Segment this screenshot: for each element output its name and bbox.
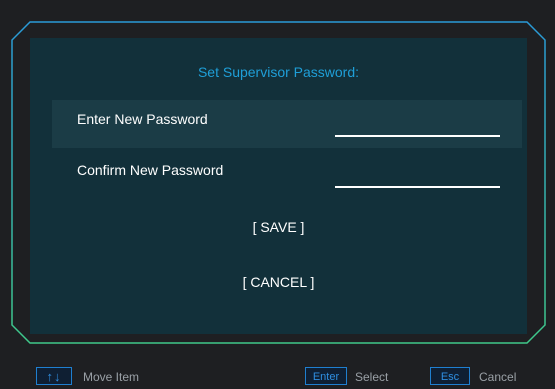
dialog-title: Set Supervisor Password: — [197, 64, 360, 80]
new-password-row[interactable]: Enter New Password — [52, 100, 522, 148]
new-password-input[interactable] — [335, 135, 500, 137]
cancel-hint-label: Cancel — [479, 370, 517, 384]
esc-key-badge: Esc — [430, 367, 470, 385]
password-dialog: Set Supervisor Password: Enter New Passw… — [30, 38, 527, 334]
key-hints-bar: ↑↓ Move Item Enter Select Esc Cancel — [0, 364, 555, 389]
save-button[interactable]: [ SAVE ] — [30, 219, 527, 235]
bios-screen: Set Supervisor Password: Enter New Passw… — [0, 0, 555, 389]
new-password-label: Enter New Password — [77, 111, 208, 127]
confirm-password-row[interactable]: Confirm New Password — [52, 151, 522, 199]
confirm-password-input[interactable] — [335, 186, 500, 188]
move-item-label: Move Item — [83, 370, 140, 384]
select-label: Select — [355, 370, 389, 384]
cancel-button[interactable]: [ CANCEL ] — [30, 274, 527, 290]
up-down-arrows-icon: ↑↓ — [36, 367, 72, 385]
confirm-password-label: Confirm New Password — [77, 162, 224, 178]
enter-key-badge: Enter — [305, 367, 347, 385]
